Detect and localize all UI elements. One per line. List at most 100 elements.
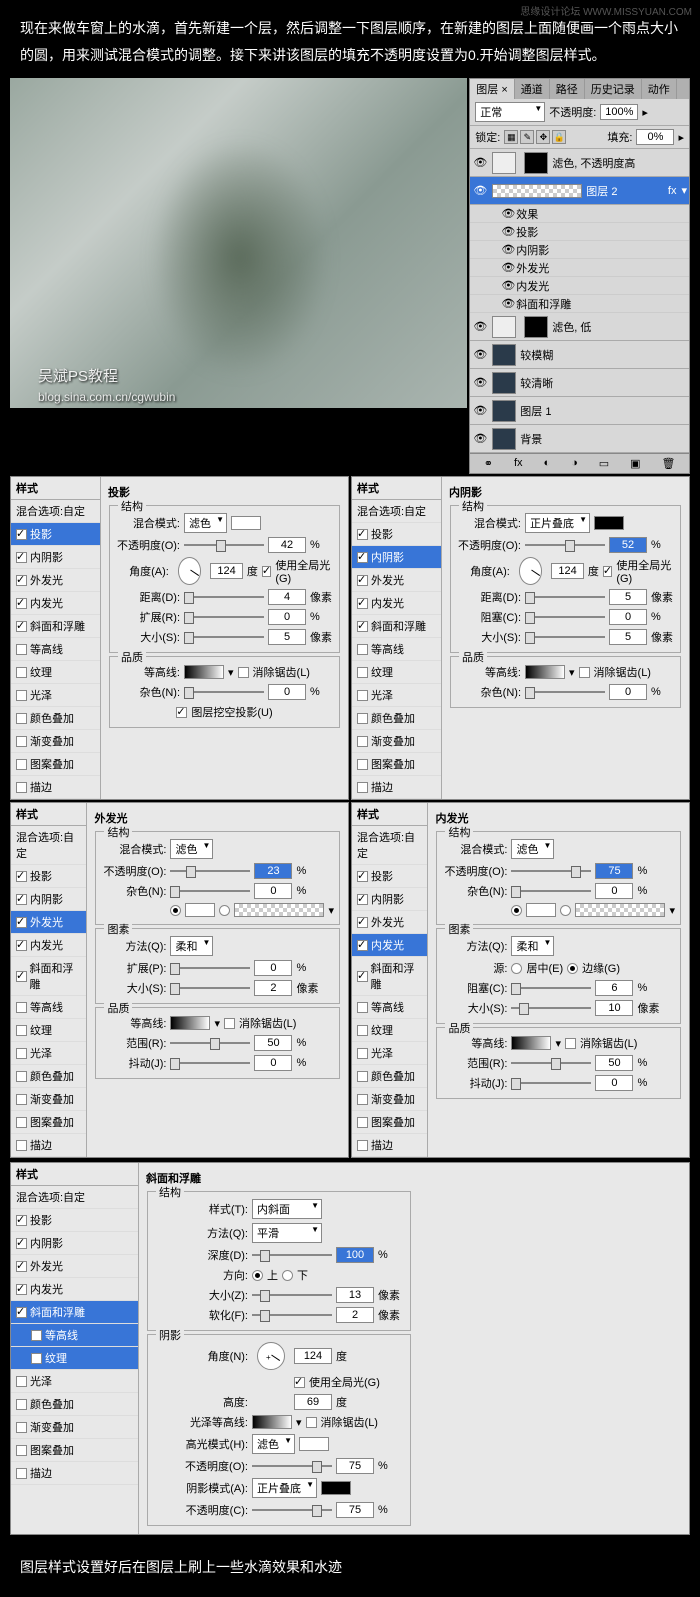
range-slider[interactable] xyxy=(170,1036,250,1050)
color-swatch[interactable] xyxy=(526,903,556,917)
soften-input[interactable]: 2 xyxy=(336,1307,374,1323)
lock-paint-icon[interactable]: ✎ xyxy=(520,130,534,144)
choke-input[interactable]: 6 xyxy=(595,980,633,996)
eye-icon[interactable]: 👁 xyxy=(472,348,488,361)
range-input[interactable]: 50 xyxy=(595,1055,633,1071)
layer-item[interactable]: 👁滤色, 不透明度高 xyxy=(470,149,689,177)
layer-item[interactable]: 👁滤色, 低 xyxy=(470,313,689,341)
noise-slider[interactable] xyxy=(525,685,605,699)
style-drop-shadow[interactable]: 投影 xyxy=(352,865,427,888)
size-input[interactable]: 2 xyxy=(254,980,292,996)
style-outer-glow[interactable]: 外发光 xyxy=(11,911,86,934)
style-texture[interactable]: 纹理 xyxy=(352,661,441,684)
fx-icon[interactable]: fx xyxy=(668,185,682,197)
tab-history[interactable]: 历史记录 xyxy=(585,79,642,99)
style-drop-shadow[interactable]: 投影 xyxy=(11,865,86,888)
blend-options[interactable]: 混合选项:自定 xyxy=(11,500,100,523)
style-color-overlay[interactable]: 颜色叠加 xyxy=(11,1393,138,1416)
style-stroke[interactable]: 描边 xyxy=(11,1134,86,1157)
style-pattern-overlay[interactable]: 图案叠加 xyxy=(352,1111,427,1134)
down-radio[interactable] xyxy=(282,1270,293,1281)
eye-icon[interactable]: 👁 xyxy=(472,404,488,417)
style-contour[interactable]: 等高线 xyxy=(11,996,86,1019)
distance-slider[interactable] xyxy=(525,590,605,604)
style-gradient-overlay[interactable]: 渐变叠加 xyxy=(11,1088,86,1111)
technique-select[interactable]: 平滑 xyxy=(252,1223,322,1243)
highlight-mode-select[interactable]: 滤色 xyxy=(252,1434,295,1454)
style-pattern-overlay[interactable]: 图案叠加 xyxy=(11,1439,138,1462)
style-outer-glow[interactable]: 外发光 xyxy=(352,569,441,592)
highlight-opacity-input[interactable]: 75 xyxy=(336,1458,374,1474)
style-gradient-overlay[interactable]: 渐变叠加 xyxy=(352,730,441,753)
angle-input[interactable]: 124 xyxy=(551,563,584,579)
size-slider[interactable] xyxy=(170,981,250,995)
size-slider[interactable] xyxy=(252,1288,332,1302)
angle-input[interactable]: 124 xyxy=(210,563,243,579)
style-contour[interactable]: 等高线 xyxy=(352,638,441,661)
eye-icon[interactable]: 👁 xyxy=(500,207,516,220)
style-satin[interactable]: 光泽 xyxy=(11,1042,86,1065)
choke-slider[interactable] xyxy=(511,981,591,995)
style-outer-glow[interactable]: 外发光 xyxy=(352,911,427,934)
opacity-input[interactable]: 52 xyxy=(609,537,647,553)
style-drop-shadow[interactable]: 投影 xyxy=(352,523,441,546)
style-inner-shadow[interactable]: 内阴影 xyxy=(11,888,86,911)
opacity-slider[interactable] xyxy=(170,864,250,878)
style-inner-shadow[interactable]: 内阴影 xyxy=(352,888,427,911)
fx-icon[interactable]: fx xyxy=(514,457,523,470)
style-bevel[interactable]: 斜面和浮雕 xyxy=(11,1301,138,1324)
style-color-overlay[interactable]: 颜色叠加 xyxy=(352,1065,427,1088)
depth-input[interactable]: 100 xyxy=(336,1247,374,1263)
angle-dial[interactable]: + xyxy=(257,1342,285,1370)
altitude-input[interactable]: 69 xyxy=(294,1394,332,1410)
style-bevel[interactable]: 斜面和浮雕 xyxy=(352,615,441,638)
color-radio[interactable] xyxy=(511,905,522,916)
style-texture[interactable]: 纹理 xyxy=(11,661,100,684)
eye-icon[interactable]: 👁 xyxy=(472,320,488,333)
style-inner-glow[interactable]: 内发光 xyxy=(11,1278,138,1301)
opacity-input[interactable]: 100% xyxy=(600,104,638,120)
choke-slider[interactable] xyxy=(525,610,605,624)
global-light-checkbox[interactable] xyxy=(603,566,612,577)
noise-slider[interactable] xyxy=(511,884,591,898)
size-input[interactable]: 13 xyxy=(336,1287,374,1303)
size-input[interactable]: 5 xyxy=(268,629,306,645)
blend-options[interactable]: 混合选项:自定 xyxy=(352,826,427,865)
opacity-slider[interactable] xyxy=(184,538,264,552)
style-color-overlay[interactable]: 颜色叠加 xyxy=(11,1065,86,1088)
edge-radio[interactable] xyxy=(567,963,578,974)
jitter-input[interactable]: 0 xyxy=(254,1055,292,1071)
tab-paths[interactable]: 路径 xyxy=(550,79,585,99)
contour-picker[interactable] xyxy=(525,665,565,679)
color-radio[interactable] xyxy=(170,905,181,916)
contour-picker[interactable] xyxy=(511,1036,551,1050)
up-radio[interactable] xyxy=(252,1270,263,1281)
style-texture[interactable]: 纹理 xyxy=(11,1019,86,1042)
blend-options[interactable]: 混合选项:自定 xyxy=(11,1186,138,1209)
blend-select[interactable]: 滤色 xyxy=(511,839,554,859)
distance-input[interactable]: 5 xyxy=(609,589,647,605)
style-pattern-overlay[interactable]: 图案叠加 xyxy=(352,753,441,776)
style-select[interactable]: 内斜面 xyxy=(252,1199,322,1219)
gradient-picker[interactable] xyxy=(575,903,665,917)
style-outer-glow[interactable]: 外发光 xyxy=(11,569,100,592)
eye-icon[interactable]: 👁 xyxy=(500,225,516,238)
eye-icon[interactable]: 👁 xyxy=(472,432,488,445)
tab-channels[interactable]: 通道 xyxy=(515,79,550,99)
noise-input[interactable]: 0 xyxy=(609,684,647,700)
lock-move-icon[interactable]: ✥ xyxy=(536,130,550,144)
shadow-opacity-slider[interactable] xyxy=(252,1503,332,1517)
style-bevel[interactable]: 斜面和浮雕 xyxy=(11,615,100,638)
size-input[interactable]: 5 xyxy=(609,629,647,645)
soften-slider[interactable] xyxy=(252,1308,332,1322)
global-light-checkbox[interactable] xyxy=(294,1377,305,1388)
gradient-radio[interactable] xyxy=(219,905,230,916)
choke-input[interactable]: 0 xyxy=(609,609,647,625)
blend-select[interactable]: 滤色 xyxy=(170,839,213,859)
range-input[interactable]: 50 xyxy=(254,1035,292,1051)
style-stroke[interactable]: 描边 xyxy=(352,1134,427,1157)
style-texture[interactable]: 纹理 xyxy=(352,1019,427,1042)
opacity-slider[interactable] xyxy=(525,538,605,552)
style-gradient-overlay[interactable]: 渐变叠加 xyxy=(11,730,100,753)
opacity-slider[interactable] xyxy=(511,864,591,878)
